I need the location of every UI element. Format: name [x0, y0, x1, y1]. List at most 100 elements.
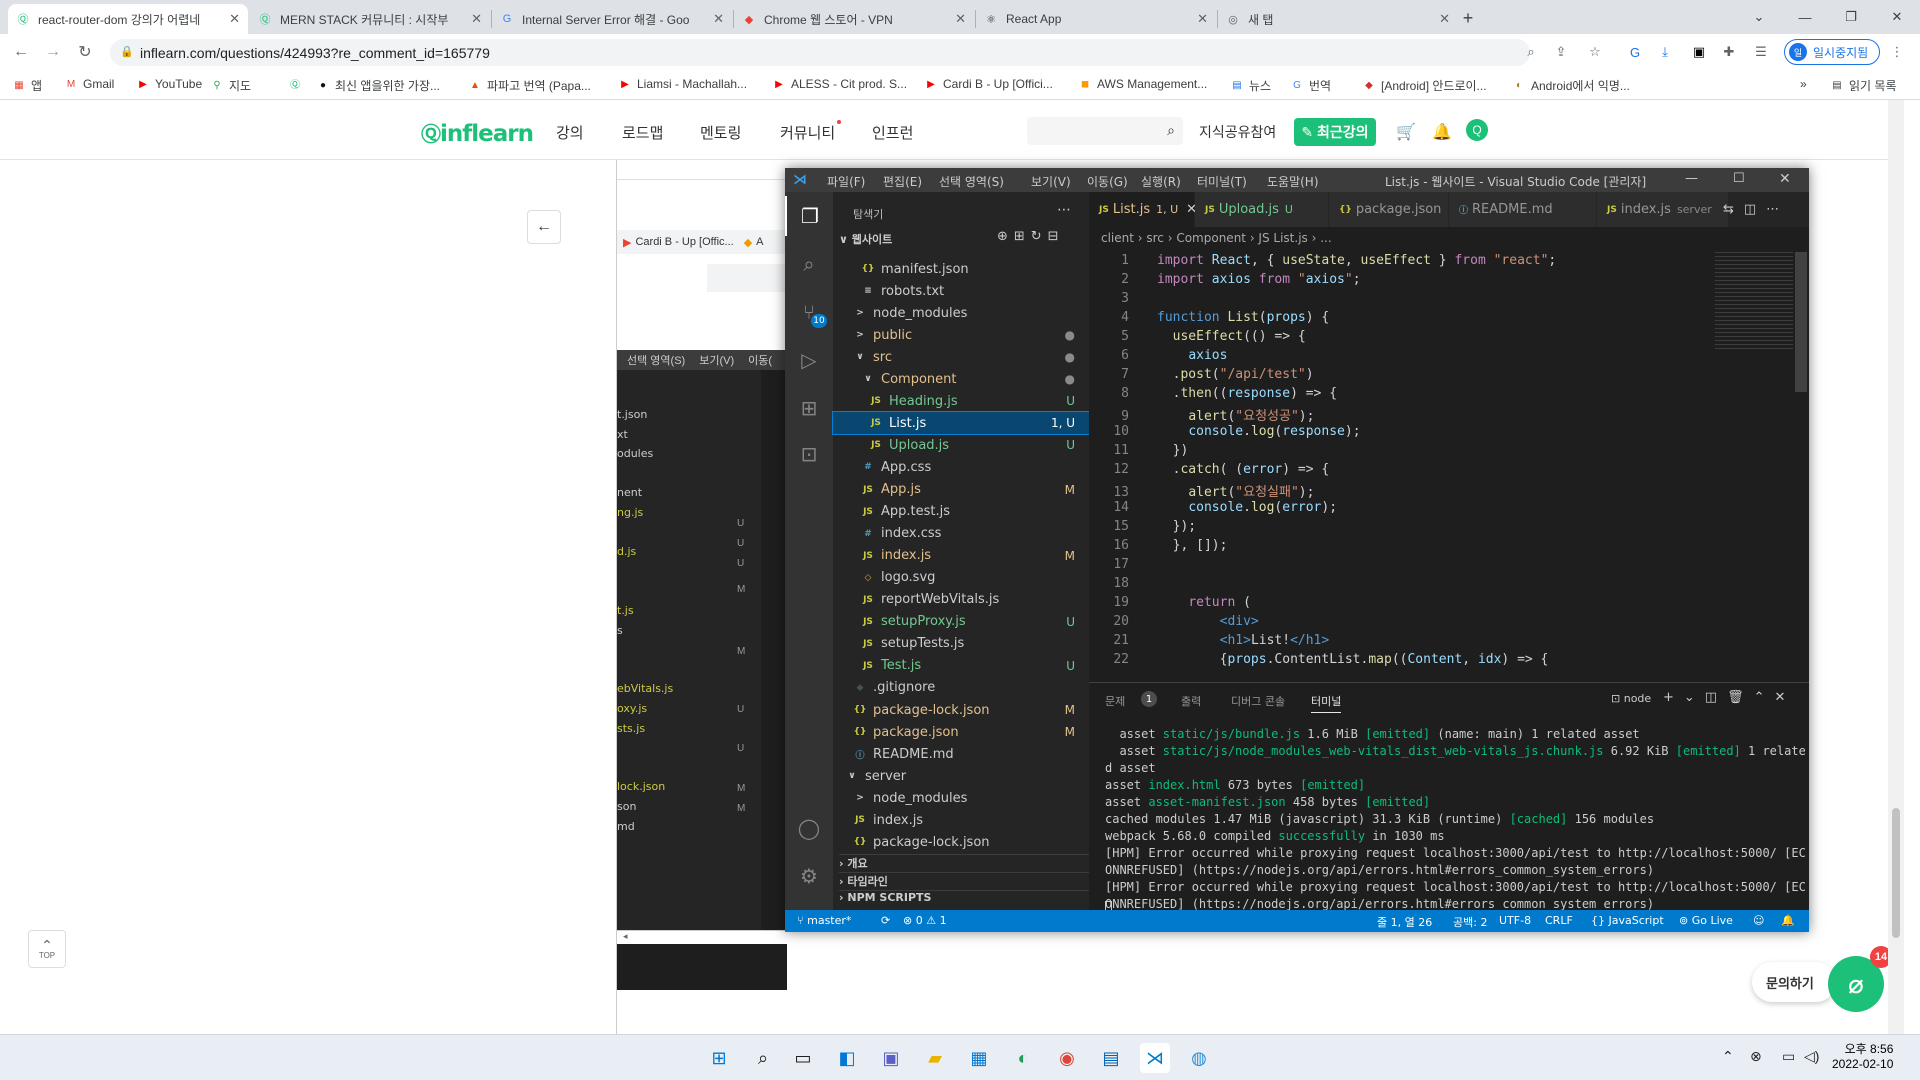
tree-item[interactable]: JS index.js M — [833, 545, 1089, 567]
menu-item[interactable]: 이동(G) — [1087, 173, 1128, 190]
inflearn-logo[interactable]: Ⓠinflearn — [421, 118, 534, 147]
tree-item[interactable]: JS App.js M — [833, 479, 1089, 501]
workspace-header[interactable]: ∨ 웹사이트 ⊕⊞↻⊟ — [839, 229, 1089, 247]
tree-item[interactable]: > node_modules — [833, 302, 1089, 324]
line-ending[interactable]: CRLF — [1545, 914, 1573, 927]
bookmark-item[interactable]: ▶ YouTube — [136, 77, 202, 91]
browser-tab[interactable]: G Internal Server Error 해결 - Goo ✕ — [492, 4, 732, 34]
user-avatar-icon[interactable]: Q — [1466, 119, 1488, 141]
nav-item[interactable]: 인프런 — [872, 122, 913, 143]
minimize-button[interactable]: — — [1782, 0, 1828, 34]
vscode-close-button[interactable]: ✕ — [1779, 171, 1791, 187]
bookmark-item[interactable]: Ⓠ — [288, 77, 307, 91]
bookmark-item[interactable]: ▦ 앱 — [12, 77, 42, 94]
bookmark-item[interactable]: ▤ 뉴스 — [1230, 77, 1271, 94]
browser-tab[interactable]: ⚛ React App ✕ — [976, 4, 1216, 34]
share-icon[interactable]: ⇪ — [1552, 43, 1570, 61]
scroll-top-button[interactable]: ⌃ TOP — [28, 930, 66, 968]
search-input[interactable]: ⌕ — [1027, 117, 1183, 145]
volume-icon[interactable]: ◁) — [1804, 1048, 1819, 1065]
explorer-actions-icon[interactable]: ⊕⊞↻⊟ — [997, 229, 1065, 244]
bookmark-item[interactable]: ▶ Cardi B - Up [Offici... — [924, 77, 1053, 91]
menu-item[interactable]: 실행(R) — [1141, 173, 1181, 190]
share-knowledge-link[interactable]: 지식공유참여 — [1199, 122, 1276, 142]
windows-start-icon[interactable]: ⊞ — [704, 1043, 734, 1073]
network-icon[interactable]: ▭ — [1782, 1048, 1795, 1065]
file-explorer-icon[interactable]: ▰ — [920, 1043, 950, 1073]
bookmark-item[interactable]: ⚲ 지도 — [210, 77, 251, 94]
notifications-icon[interactable]: 🔔 — [1781, 914, 1795, 927]
tab-close-icon[interactable]: ✕ — [713, 11, 724, 27]
translate-extension-icon[interactable]: G — [1626, 43, 1644, 61]
inquiry-button[interactable]: 문의하기 — [1752, 962, 1836, 1002]
terminal-selector[interactable]: ⊡ node — [1611, 692, 1651, 705]
nav-item[interactable]: 강의 — [556, 122, 584, 143]
bookmark-item[interactable]: ◐ Android에서 익명... — [1512, 77, 1630, 94]
screen-extension-icon[interactable]: ▣ — [1690, 43, 1708, 61]
extensions-icon[interactable]: ⊞ — [785, 388, 833, 428]
panel-tab[interactable]: 출력 — [1181, 693, 1201, 709]
tree-item[interactable]: {} package.json M — [833, 721, 1089, 743]
tree-item[interactable]: ≡ robots.txt — [833, 280, 1089, 302]
panel-tab[interactable]: 문제 — [1105, 693, 1125, 709]
reload-icon[interactable]: ↻ — [74, 41, 96, 63]
menu-item[interactable]: 파일(F) — [827, 173, 865, 190]
chat-icon[interactable]: ▣ — [876, 1043, 906, 1073]
menu-item[interactable]: 편집(E) — [883, 173, 922, 190]
tree-item[interactable]: ∨ Component ● — [833, 368, 1089, 390]
nav-item[interactable]: 커뮤니티 — [780, 122, 835, 143]
cart-icon[interactable]: 🛒 — [1396, 122, 1416, 142]
scrollbar-thumb[interactable] — [1892, 808, 1900, 938]
tree-item[interactable]: JS reportWebVitals.js — [833, 589, 1089, 611]
vscode-taskbar-icon[interactable]: ⋊ — [1140, 1043, 1170, 1073]
notepad-icon[interactable]: ▤ — [1096, 1043, 1126, 1073]
tree-item[interactable]: ⓘ README.md — [833, 743, 1089, 765]
breadcrumb[interactable]: client › src › Component › JS List.js › … — [1089, 227, 1809, 249]
close-window-button[interactable]: ✕ — [1874, 0, 1920, 34]
editor-actions-icon[interactable]: ⇆◫⋯ — [1723, 202, 1789, 217]
reading-list-button[interactable]: ▤ 읽기 목록 — [1830, 77, 1896, 94]
editor-tab[interactable]: {} package.json — [1329, 192, 1449, 227]
tab-close-icon[interactable]: ✕ — [955, 11, 966, 27]
explorer-more-icon[interactable]: ⋯ — [1057, 202, 1071, 218]
tab-search-button[interactable]: ⌄ — [1736, 0, 1782, 34]
search-icon[interactable]: ⌕ — [785, 244, 833, 284]
panel-tab[interactable]: 터미널 — [1311, 693, 1342, 713]
editor-tab[interactable]: JS index.js server — [1597, 192, 1729, 227]
bookmark-item[interactable]: ● 최신 앱을위한 가장... — [316, 77, 440, 94]
tree-item[interactable]: {} manifest.json — [833, 258, 1089, 280]
back-arrow-button[interactable]: ← — [527, 210, 561, 244]
bookmark-item[interactable]: ▶ ALESS - Cit prod. S... — [772, 77, 907, 91]
menu-item[interactable]: 터미널(T) — [1197, 173, 1247, 190]
tree-item[interactable]: JS Test.js U — [833, 655, 1089, 677]
tree-item[interactable]: JS Heading.js U — [833, 390, 1089, 412]
chrome-icon[interactable]: ◉ — [1052, 1043, 1082, 1073]
sidebar-section-header[interactable]: › NPM SCRIPTS — [839, 890, 1089, 904]
minimap[interactable] — [1715, 252, 1793, 352]
tree-item[interactable]: > node_modules — [833, 787, 1089, 809]
tree-item[interactable]: {} package-lock.json M — [833, 699, 1089, 721]
tree-item[interactable]: JS List.js 1, U — [832, 411, 1090, 436]
menu-item[interactable]: 선택 영역(S) — [939, 173, 1004, 190]
run-debug-icon[interactable]: ▷ — [785, 340, 833, 380]
tree-item[interactable]: JS Upload.js U — [833, 434, 1089, 456]
tree-item[interactable]: ◆ .gitignore — [833, 677, 1089, 699]
tree-item[interactable]: JS setupTests.js — [833, 633, 1089, 655]
address-bar[interactable]: 🔒 inflearn.com/questions/424993?re_comme… — [110, 39, 1530, 66]
vscode-maximize-button[interactable]: ☐ — [1733, 171, 1745, 186]
restore-button[interactable]: ❐ — [1828, 0, 1874, 34]
panel-tab[interactable]: 디버그 콘솔 — [1231, 693, 1285, 709]
extensions-puzzle-icon[interactable]: ✚ — [1720, 43, 1738, 61]
tree-item[interactable]: JS App.test.js — [833, 501, 1089, 523]
tree-item[interactable]: ◇ logo.svg — [833, 567, 1089, 589]
tree-item[interactable]: ∨ src ● — [833, 346, 1089, 368]
bookmark-item[interactable]: M Gmail — [64, 77, 115, 91]
sync-icon[interactable]: ⟳ — [881, 914, 890, 927]
tree-item[interactable]: {} package-lock.json — [833, 831, 1089, 853]
tray-overflow-icon[interactable]: ⌃ — [1722, 1048, 1734, 1065]
sidebar-section-header[interactable]: › 개요 — [839, 854, 1089, 871]
zoom-icon[interactable]: ⌕ — [1522, 43, 1540, 61]
tab-close-icon[interactable]: ✕ — [1439, 11, 1450, 27]
tree-item[interactable]: # index.css — [833, 523, 1089, 545]
bookmark-item[interactable]: ◆ [Android] 안드로이... — [1362, 77, 1486, 94]
